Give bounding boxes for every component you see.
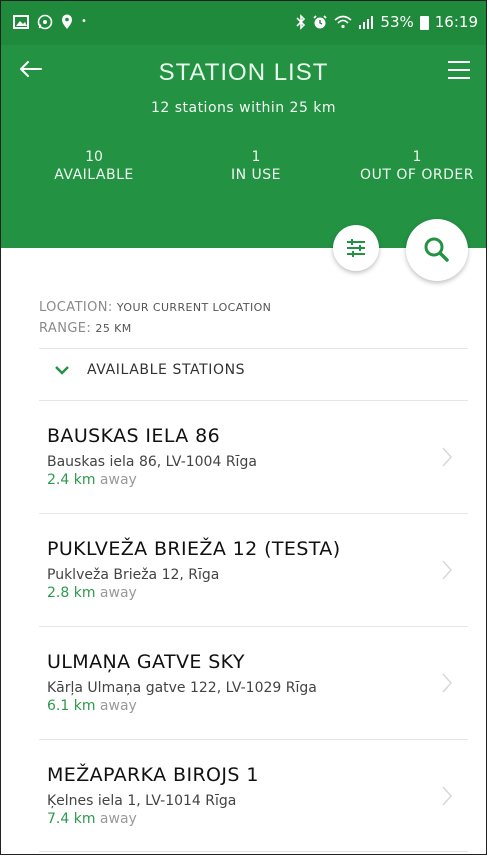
page-title: STATION LIST [158,59,329,86]
distance-value: 6.1 km [47,698,96,714]
stat-out-of-order-label: OUT OF ORDER [360,167,474,183]
battery-percent: 53% [380,13,414,31]
chevron-down-icon [55,366,69,375]
station-name: ULMAŅA GATVE SKY [47,651,245,673]
stat-in-use: 1 IN USE [209,149,303,183]
search-icon [424,237,449,262]
station-name: PUKLVEŽA BRIEŽA 12 (TESTA) [47,538,341,560]
location-info: LOCATION: YOUR CURRENT LOCATION RANGE: 2… [39,297,271,339]
header: STATION LIST 12 stations within 25 km 10… [1,45,486,248]
distance-suffix: away [99,585,137,601]
distance-suffix: away [99,811,137,827]
location-key: LOCATION: [39,300,113,315]
distance-value: 2.8 km [47,585,96,601]
distance-suffix: away [99,698,137,714]
available-stations-toggle[interactable]: AVAILABLE STATIONS [53,362,245,378]
station-distance: 6.1 km away [47,698,137,714]
filter-button[interactable] [333,225,379,271]
battery-icon [419,16,429,30]
station-address: Puklveža Brieža 12, Rīga [47,567,220,583]
range-line: RANGE: 25 KM [39,318,271,339]
chevron-right-icon [442,447,453,467]
station-name: MEŽAPARKA BIROJS 1 [47,764,259,786]
station-item[interactable]: MEŽAPARKA BIROJS 1 Ķelnes iela 1, LV-101… [39,740,468,852]
whatsapp-icon [37,14,53,30]
range-value: 25 KM [95,322,132,335]
image-icon [13,15,29,29]
station-distance: 7.4 km away [47,811,137,827]
station-name: BAUSKAS IELA 86 [47,425,221,447]
stat-out-of-order: 1 OUT OF ORDER [359,149,475,183]
station-address: Ķelnes iela 1, LV-1014 Rīga [47,793,237,809]
station-item[interactable]: ULMAŅA GATVE SKY Kārļa Ulmaņa gatve 122,… [39,627,468,739]
status-bar: • 53% 16:19 [1,1,486,45]
range-key: RANGE: [39,321,92,336]
station-distance: 2.8 km away [47,585,137,601]
location-line: LOCATION: YOUR CURRENT LOCATION [39,297,271,318]
chevron-right-icon [442,673,453,693]
stat-available-label: AVAILABLE [54,167,134,183]
location-value: YOUR CURRENT LOCATION [116,301,272,314]
signal-icon [359,16,374,29]
section-label: AVAILABLE STATIONS [87,362,246,378]
station-address: Kārļa Ulmaņa gatve 122, LV-1029 Rīga [47,680,317,696]
station-item[interactable]: BAUSKAS IELA 86 Bauskas iela 86, LV-1004… [39,401,468,513]
bluetooth-icon [296,14,306,30]
stat-available: 10 AVAILABLE [47,149,141,183]
location-pin-icon [62,14,72,29]
distance-suffix: away [99,472,137,488]
search-button[interactable] [406,219,468,281]
hamburger-menu-icon[interactable] [446,57,472,83]
stations-summary: 12 stations within 25 km [150,100,337,116]
stat-in-use-label: IN USE [230,167,282,183]
station-distance: 2.4 km away [47,472,137,488]
distance-value: 7.4 km [47,811,96,827]
stat-out-of-order-count: 1 [412,149,422,165]
clock-time: 16:19 [434,13,478,31]
chevron-right-icon [442,560,453,580]
station-item[interactable]: PUKLVEŽA BRIEŽA 12 (TESTA) Puklveža Brie… [39,514,468,626]
divider [39,851,468,852]
stat-available-count: 10 [85,149,103,165]
dot-icon: • [81,16,87,27]
distance-value: 2.4 km [47,472,96,488]
wifi-icon [334,15,352,29]
filter-sliders-icon [347,239,365,257]
stat-in-use-count: 1 [251,149,261,165]
divider [39,348,468,349]
app-screen: • 53% 16:19 STATION LIST 12 stations wit… [0,0,487,855]
station-address: Bauskas iela 86, LV-1004 Rīga [47,454,257,470]
chevron-right-icon [442,786,453,806]
alarm-icon [313,15,328,29]
